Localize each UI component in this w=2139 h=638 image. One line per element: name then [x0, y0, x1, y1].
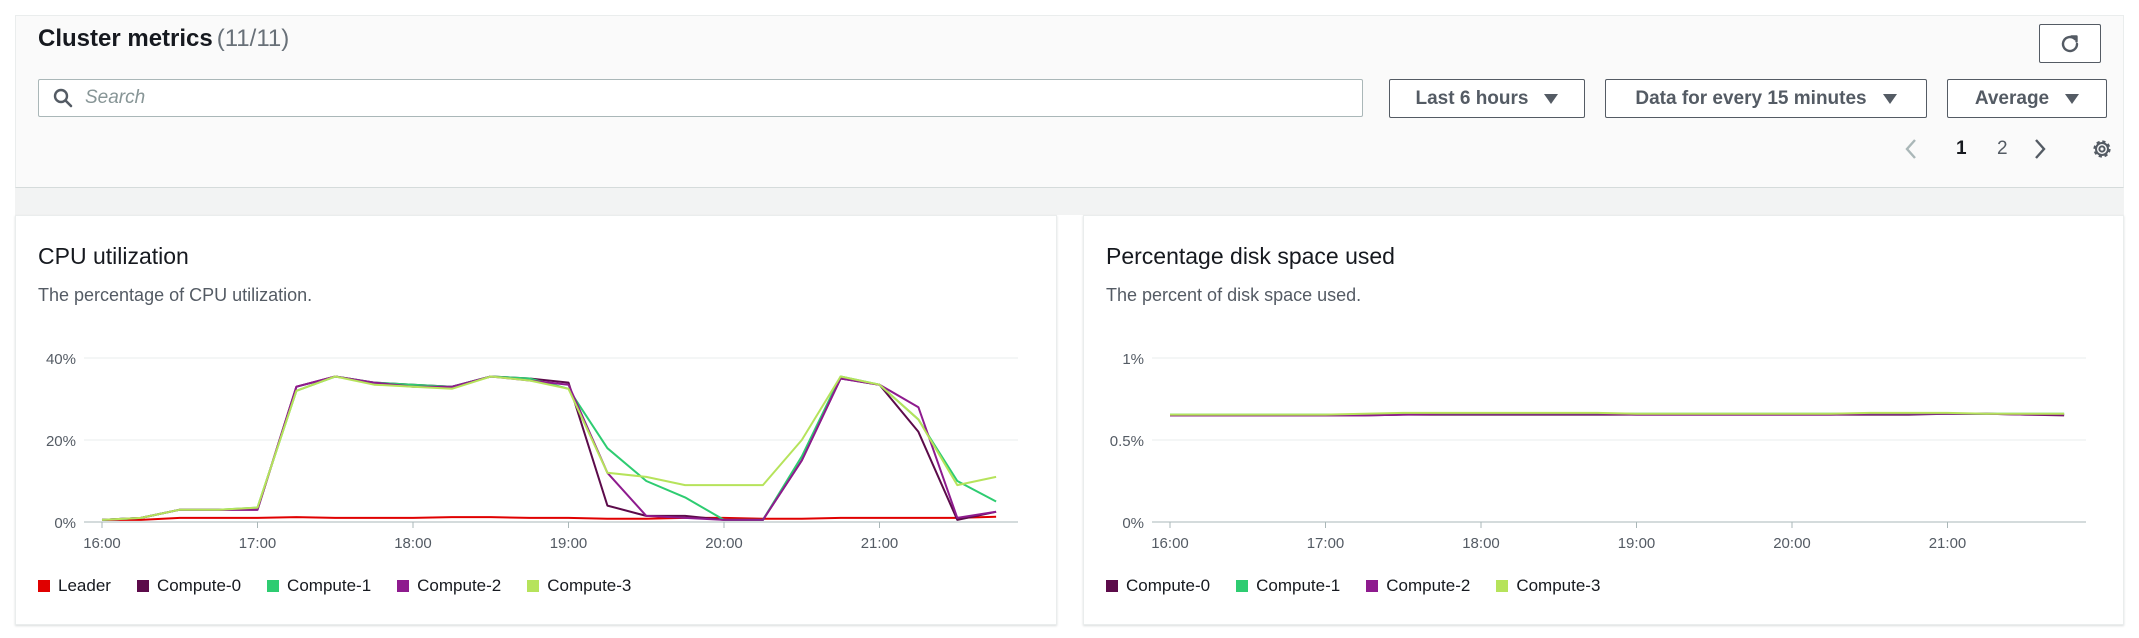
cluster-metrics-header: Cluster metrics(11/11) Last 6 hours Data… [15, 15, 2124, 188]
series-line-leader[interactable] [102, 515, 997, 521]
legend-swatch [267, 580, 280, 592]
legend-item-compute-1[interactable]: Compute-1 [1236, 576, 1340, 596]
legend-label: Compute-1 [1256, 576, 1341, 595]
statistic-label: Average [1974, 87, 2050, 109]
y-tick-label: 40% [46, 351, 76, 368]
legend-item-compute-1[interactable]: Compute-1 [267, 576, 371, 596]
cpu-utilization-chart[interactable]: 40% 20% 0% 16:00 17:00 18:00 19:00 20:00 21:00 [16, 216, 1056, 566]
chevron-right-icon [2035, 139, 2046, 159]
series-line-compute-1[interactable] [101, 375, 997, 521]
x-tick-label: 18:00 [1462, 535, 1500, 552]
x-tick-label: 19:00 [550, 535, 588, 552]
legend-label: Compute-0 [156, 576, 242, 595]
x-tick-label: 16:00 [1151, 535, 1189, 552]
x-tick-label: 16:00 [83, 535, 121, 552]
legend-item-compute-2[interactable]: Compute-2 [397, 576, 501, 596]
y-tick-label: 1% [1122, 351, 1144, 368]
next-page-button[interactable] [2033, 134, 2047, 164]
search-input[interactable] [85, 87, 1335, 109]
x-tick-label: 21:00 [1929, 535, 1967, 552]
period-label: Data for every 15 minutes [1635, 87, 1867, 109]
chevron-left-icon [1905, 139, 1916, 159]
legend-item-compute-3[interactable]: Compute-3 [1496, 576, 1600, 596]
y-tick-label: 20% [46, 433, 76, 450]
series-line-compute-0[interactable] [101, 375, 997, 521]
gear-icon [2093, 140, 2111, 158]
refresh-button[interactable] [2039, 24, 2101, 63]
x-tick-label: 18:00 [394, 535, 432, 552]
page-1-button[interactable]: 1 [1956, 134, 1967, 164]
series-line-compute-2[interactable] [101, 375, 997, 521]
legend-item-compute-0[interactable]: Compute-0 [136, 576, 242, 596]
x-tick-label: 21:00 [861, 535, 899, 552]
series-line-compute-3[interactable] [101, 375, 997, 521]
metric-count: (11/11) [216, 25, 290, 52]
page-2-button[interactable]: 2 [1997, 134, 2008, 164]
x-tick-label: 19:00 [1618, 535, 1656, 552]
legend-swatch [136, 580, 149, 592]
x-tick-label: 17:00 [239, 535, 277, 552]
section-divider [15, 188, 2124, 215]
previous-page-button[interactable] [1904, 134, 1918, 164]
legend-label: Compute-0 [1126, 576, 1211, 595]
page-title: Cluster metrics (11/11) [38, 25, 289, 53]
disk-space-card: Percentage disk space used The percent o… [1083, 215, 2124, 625]
legend-label: Compute-3 [547, 576, 632, 595]
statistic-dropdown[interactable]: Average [1947, 79, 2107, 118]
y-tick-label: 0% [54, 515, 76, 532]
cpu-utilization-card: CPU utilization The percentage of CPU ut… [15, 215, 1057, 625]
x-tick-label: 20:00 [705, 535, 743, 552]
x-tick-label: 17:00 [1307, 535, 1345, 552]
legend-swatch [397, 580, 410, 592]
legend-swatch [527, 580, 540, 592]
legend-item-compute-0[interactable]: Compute-0 [1106, 576, 1210, 596]
legend-swatch [1106, 580, 1118, 592]
legend-label: Compute-3 [1516, 576, 1601, 595]
caret-down-icon [1882, 93, 1897, 104]
legend-swatch [38, 580, 50, 592]
x-tick-label: 20:00 [1773, 535, 1811, 552]
time-range-dropdown[interactable]: Last 6 hours [1389, 79, 1585, 118]
y-tick-label: 0% [1122, 515, 1144, 532]
search-icon [53, 88, 73, 108]
refresh-icon [2061, 34, 2079, 52]
legend-item-compute-3[interactable]: Compute-3 [527, 576, 631, 596]
legend-swatch [1496, 580, 1509, 592]
legend-swatch [1366, 580, 1379, 592]
search-box[interactable] [38, 79, 1363, 117]
legend-label: Compute-2 [417, 576, 502, 595]
disk-space-chart[interactable]: 1% 0.5% 0% 16:00 17:00 18:00 19:00 20:00 21:00 [1084, 216, 2124, 566]
title-text: Cluster metrics [38, 25, 213, 52]
caret-down-icon [1544, 93, 1559, 104]
preferences-button[interactable] [2090, 134, 2114, 164]
legend-label: Compute-2 [1386, 576, 1471, 595]
caret-down-icon [2065, 93, 2080, 104]
time-range-label: Last 6 hours [1415, 87, 1529, 109]
chart-legend: Compute-0 Compute-1 Compute-2 Compute-3 [1106, 576, 1600, 596]
legend-swatch [1236, 580, 1249, 592]
legend-label: Compute-1 [287, 576, 372, 595]
period-dropdown[interactable]: Data for every 15 minutes [1605, 79, 1927, 118]
legend-label: Leader [58, 576, 111, 595]
legend-item-compute-2[interactable]: Compute-2 [1366, 576, 1470, 596]
chart-legend: Leader Compute-0 Compute-1 Compute-2 Compute… [38, 576, 631, 596]
y-tick-label: 0.5% [1110, 433, 1144, 450]
legend-item-leader[interactable]: Leader [38, 576, 111, 596]
